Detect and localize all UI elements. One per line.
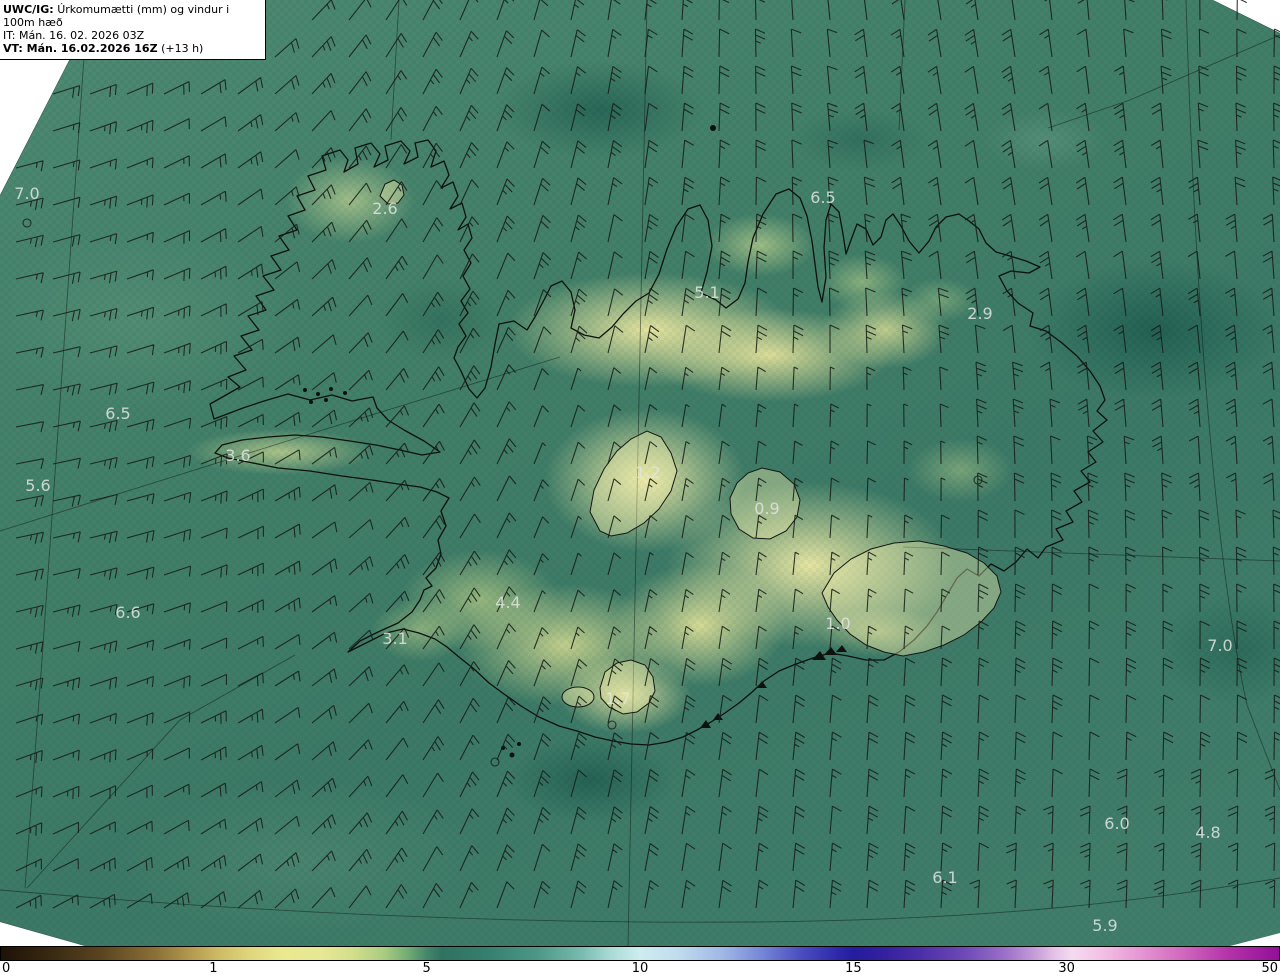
- precip-value-label: 2.9: [967, 304, 992, 323]
- precip-value-label: 5.1: [694, 283, 719, 302]
- valid-offset: (+13 h): [161, 42, 204, 55]
- island-dot: [343, 391, 347, 395]
- island-dot: [309, 400, 313, 404]
- precip-value-label: 4.4: [495, 593, 520, 612]
- precip-value-label: 7.0: [14, 184, 39, 203]
- colorbar-tick-label: 50: [1261, 961, 1278, 976]
- island-dot: [517, 742, 521, 746]
- precip-value-label: 0.9: [754, 499, 779, 518]
- precip-value-label: 6.5: [105, 404, 130, 423]
- colorbar-tick-label: 1: [209, 961, 218, 976]
- precip-value-label: 5.9: [1092, 916, 1117, 935]
- colorbar-tick-labels: 0 1 5 10 15 30 50: [0, 961, 1280, 978]
- colorbar-tick-label: 0: [2, 961, 11, 976]
- precip-value-label: 6.5: [810, 188, 835, 207]
- product-line: UWC/IG: Úrkomumætti (mm) og vindur i 100…: [3, 3, 259, 29]
- island-dot: [303, 388, 307, 392]
- precip-value-label: 5.6: [25, 476, 50, 495]
- colorbar-tick-label: 15: [845, 961, 862, 976]
- precip-value-label: 1.2: [635, 463, 660, 482]
- colorbar-tick-label: 10: [631, 961, 649, 976]
- map-overlay: 7.0 2.6 6.5 5.1 2.9 6.5 3.6 5.6 1.2 0.9 4.4 1.0 3.1 6…: [0, 0, 1280, 946]
- precip-value-label: 1.7: [605, 689, 630, 708]
- precip-value-label: 1.0: [825, 614, 850, 633]
- weather-map-screenshot: 7.0 2.6 6.5 5.1 2.9 6.5 3.6 5.6 1.2 0.9 4.4 1.0 3.1 6…: [0, 0, 1280, 978]
- forecast-title-box: UWC/IG: Úrkomumætti (mm) og vindur i 100…: [0, 0, 266, 60]
- init-time-line: IT: Mán. 16. 02. 2026 03Z: [3, 29, 145, 42]
- precip-value-label: 3.6: [225, 446, 250, 465]
- island-dot: [324, 398, 328, 402]
- valid-time: VT: Mán. 16.02.2026 16Z: [3, 42, 158, 55]
- island-dot: [710, 125, 716, 131]
- precip-value-label: 2.6: [372, 199, 397, 218]
- colorbar-tick-label: 5: [422, 961, 431, 976]
- precip-value-label: 3.1: [382, 629, 407, 648]
- precip-value-label: 7.0: [1207, 636, 1232, 655]
- precip-value-label: 6.6: [115, 603, 140, 622]
- colorbar-tick-label: 30: [1058, 961, 1075, 976]
- valid-time-line: VT: Mán. 16.02.2026 16Z (+13 h): [3, 42, 259, 55]
- island-dot: [509, 752, 515, 758]
- precip-value-label: 6.0: [1104, 814, 1129, 833]
- product-label: UWC/IG:: [3, 3, 54, 16]
- colorbar-gradient: [0, 946, 1280, 961]
- island-dot: [316, 392, 320, 396]
- precip-value-label: 4.8: [1195, 823, 1220, 842]
- precip-colorbar: 0 1 5 10 15 30 50: [0, 946, 1280, 978]
- island-dot: [329, 387, 333, 391]
- precip-value-label: 6.1: [932, 868, 957, 887]
